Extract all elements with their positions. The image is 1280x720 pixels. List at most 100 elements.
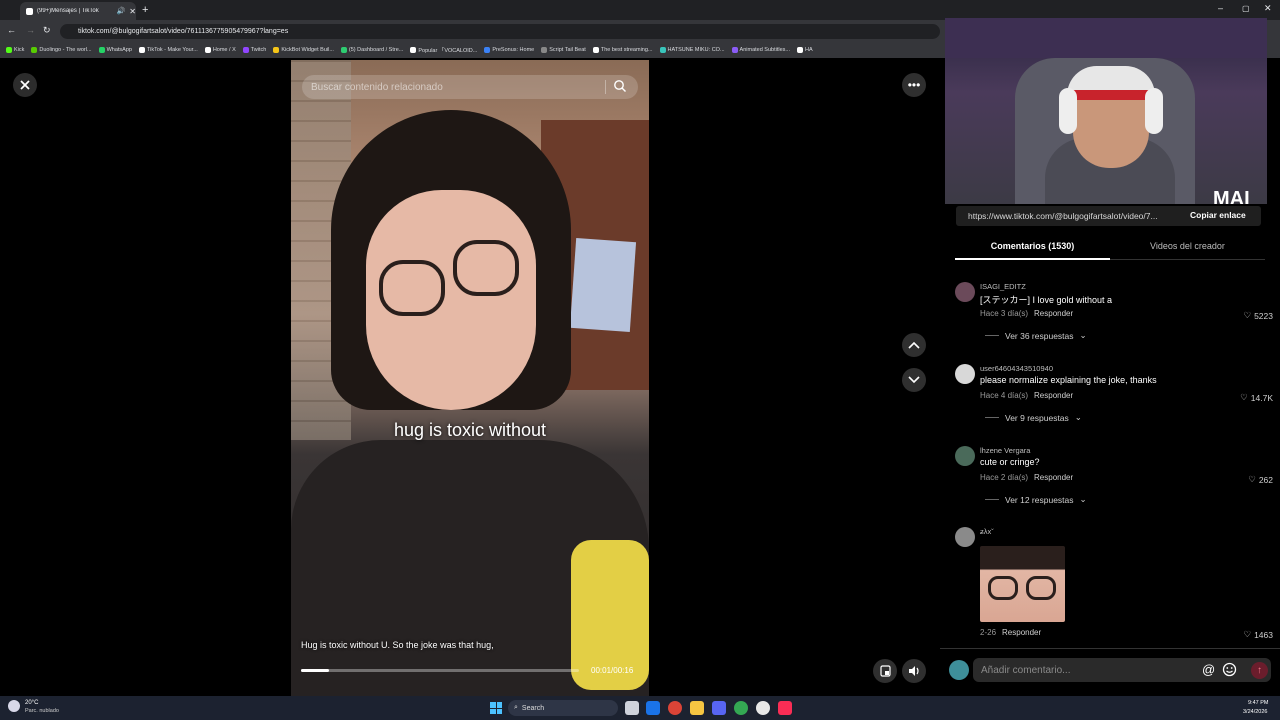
- bookmark-favicon-icon: [731, 47, 738, 53]
- video-player[interactable]: [291, 60, 649, 696]
- reply-button[interactable]: Responder: [1002, 628, 1041, 637]
- maximize-icon[interactable]: ▢: [1242, 4, 1250, 13]
- comment-item: lhzene Vergara cute or cringe? Hace 2 dí…: [955, 446, 1275, 506]
- discord-icon[interactable]: [712, 701, 726, 715]
- webcam-shelf: [945, 18, 1267, 58]
- bookmark-favicon-icon: [797, 47, 803, 53]
- bookmark-item[interactable]: (5) Dashboard / Stre...: [340, 47, 403, 53]
- chevron-down-icon: ⌄: [1079, 494, 1087, 504]
- bookmark-item[interactable]: WhatsApp: [98, 47, 132, 53]
- reply-button[interactable]: Responder: [1034, 309, 1073, 318]
- chevron-up-icon[interactable]: [902, 333, 926, 357]
- webcam-cap: [1067, 66, 1155, 100]
- like-button[interactable]: ♡ 14.7K: [1240, 392, 1273, 403]
- comment-image[interactable]: [980, 546, 1065, 622]
- forward-icon[interactable]: →: [26, 25, 35, 35]
- like-count: 262: [1258, 474, 1273, 485]
- reply-button[interactable]: Responder: [1034, 473, 1073, 482]
- view-replies-button[interactable]: Ver 36 respuestas ⌄: [985, 330, 1087, 341]
- bookmark-label: Animated Subtitles...: [739, 47, 790, 53]
- browser-tabstrip: [0, 0, 1280, 20]
- tab-close-icon[interactable]: ✕: [129, 7, 136, 16]
- emoji-icon[interactable]: [1222, 662, 1237, 682]
- new-tab-button[interactable]: +: [142, 4, 148, 16]
- bookmark-item[interactable]: Kick: [6, 47, 24, 53]
- like-count: 5223: [1254, 310, 1273, 321]
- comment-meta: Hace 3 día(s) Responder: [980, 309, 1073, 318]
- bookmark-item[interactable]: HA: [797, 47, 813, 53]
- file-explorer-icon[interactable]: [690, 701, 704, 715]
- like-button[interactable]: ♡ 5223: [1243, 310, 1273, 321]
- comment-username[interactable]: user64604343510940: [980, 364, 1053, 373]
- copy-link-button[interactable]: Copiar enlace: [1190, 210, 1246, 220]
- search-divider: [605, 80, 606, 94]
- heart-icon: ♡: [1243, 629, 1252, 639]
- bookmark-item[interactable]: KickBot Widget Buil...: [273, 47, 334, 53]
- tab-creator-videos[interactable]: Videos del creador: [1110, 236, 1265, 260]
- like-button[interactable]: ♡ 262: [1248, 474, 1273, 485]
- bookmark-item[interactable]: Duolingo - The worl...: [31, 47, 92, 53]
- window-close-icon[interactable]: ✕: [1264, 3, 1272, 14]
- video-progress-bar[interactable]: [301, 669, 579, 672]
- avatar[interactable]: [955, 527, 975, 547]
- tab-audio-icon[interactable]: 🔊: [117, 7, 126, 15]
- view-replies-button[interactable]: Ver 12 respuestas ⌄: [985, 494, 1087, 505]
- bookmark-item[interactable]: HATSUNE MIKU: CO...: [659, 47, 725, 53]
- avatar[interactable]: [955, 364, 975, 384]
- search-icon[interactable]: [613, 79, 627, 98]
- send-icon[interactable]: ↑: [1251, 662, 1268, 679]
- mail-icon[interactable]: [646, 701, 660, 715]
- related-search-input[interactable]: Buscar contenido relacionado: [302, 75, 638, 99]
- chrome-active-icon[interactable]: [734, 701, 748, 715]
- reload-icon[interactable]: ↻: [43, 25, 51, 36]
- avatar[interactable]: [955, 446, 975, 466]
- more-options-icon[interactable]: •••: [902, 73, 926, 97]
- bookmark-item[interactable]: PreSonus: Home: [484, 47, 534, 53]
- bookmark-item[interactable]: Home / X: [204, 47, 236, 53]
- avatar: [949, 660, 969, 680]
- task-view-icon[interactable]: [625, 701, 639, 715]
- view-replies-button[interactable]: Ver 9 respuestas ⌄: [985, 412, 1082, 423]
- comment-bar-divider: [940, 648, 1280, 649]
- weather-icon[interactable]: [8, 700, 20, 712]
- avatar[interactable]: [955, 282, 975, 302]
- taskbar: [0, 696, 1280, 720]
- close-icon[interactable]: [13, 73, 37, 97]
- like-button[interactable]: ♡ 1463: [1243, 629, 1273, 640]
- address-bar[interactable]: tiktok.com/@bulgogifartsalot/video/76111…: [60, 24, 940, 39]
- comment-username[interactable]: ISAGI_EDITZ: [980, 282, 1026, 291]
- taskbar-search[interactable]: ⌕ Search: [508, 700, 618, 716]
- comment-username[interactable]: lhzene Vergara: [980, 446, 1030, 455]
- volume-icon[interactable]: [902, 659, 926, 683]
- reply-button[interactable]: Responder: [1034, 391, 1073, 400]
- bookmark-item[interactable]: Twitch: [242, 47, 266, 53]
- bookmark-favicon-icon: [592, 47, 599, 53]
- back-icon[interactable]: ←: [7, 25, 16, 35]
- taskbar-search-label: Search: [521, 704, 545, 712]
- chevron-down-icon[interactable]: [902, 368, 926, 392]
- music-icon[interactable]: [778, 701, 792, 715]
- search-icon: ⌕: [514, 704, 518, 711]
- comment-text: [ステッカー] I love gold without a: [980, 295, 1113, 305]
- comment-item: user64604343510940 please normalize expl…: [955, 364, 1275, 424]
- browser-tab[interactable]: (99+)Mensajes | TikTok 🔊 ✕: [20, 2, 136, 20]
- view-replies-label: Ver 36 respuestas: [1005, 330, 1074, 341]
- tab-comments[interactable]: Comentarios (1530): [955, 236, 1110, 260]
- bookmark-item[interactable]: The best streaming...: [592, 47, 653, 53]
- comment-time: 2-26: [980, 628, 997, 637]
- bookmark-label: Popular 「VOCALOID...: [418, 48, 478, 54]
- bookmark-item[interactable]: Animated Subtitles...: [731, 47, 790, 53]
- mention-icon[interactable]: @: [1202, 662, 1215, 677]
- comment-username[interactable]: ƶλx˘: [980, 527, 994, 536]
- chatgpt-icon[interactable]: [756, 701, 770, 715]
- bookmark-favicon-icon: [659, 47, 666, 53]
- minimize-icon[interactable]: –: [1218, 3, 1223, 13]
- bookmark-item[interactable]: Popular 「VOCALOID...: [410, 46, 477, 54]
- picture-in-picture-icon[interactable]: [873, 659, 897, 683]
- view-replies-label: Ver 9 respuestas: [1005, 412, 1069, 423]
- windows-start-icon[interactable]: [490, 702, 502, 714]
- bookmark-item[interactable]: Script Tail Beat: [541, 47, 586, 53]
- video-subtitle: Hug is toxic without U. So the joke was …: [301, 640, 494, 650]
- chrome-icon[interactable]: [668, 701, 682, 715]
- bookmark-item[interactable]: TikTok - Make Your...: [138, 47, 198, 53]
